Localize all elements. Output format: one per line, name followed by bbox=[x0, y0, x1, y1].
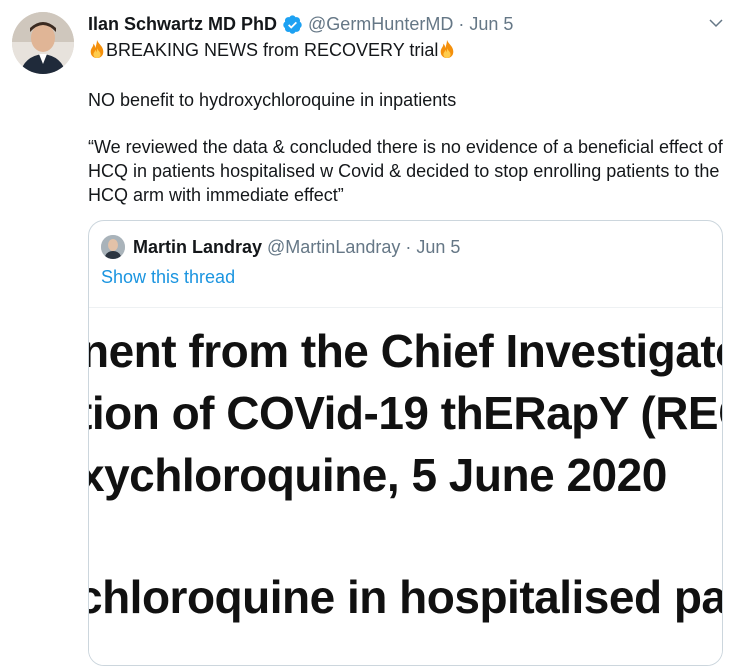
quoted-author-avatar-image bbox=[101, 235, 125, 259]
author-name[interactable]: Ilan Schwartz MD PhD bbox=[88, 12, 277, 36]
tweet-headline: BREAKING NEWS from RECOVERY trial bbox=[106, 40, 439, 60]
tweet-body: BREAKING NEWS from RECOVERY trial NO ben… bbox=[88, 38, 728, 207]
verified-badge-icon bbox=[283, 14, 302, 34]
quoted-author-handle[interactable]: @MartinLandray bbox=[267, 236, 400, 258]
author-handle[interactable]: @GermHunterMD bbox=[308, 12, 453, 36]
header-separator: · bbox=[458, 14, 465, 34]
quoted-author-name[interactable]: Martin Landray bbox=[133, 236, 262, 258]
quoted-tweet-date[interactable]: Jun 5 bbox=[416, 236, 460, 258]
image-text-line: chloroquine in hospitalised pat bbox=[89, 571, 722, 623]
tweet-line-2: NO benefit to hydroxychloroquine in inpa… bbox=[88, 90, 457, 110]
tweet-header: Ilan Schwartz MD PhD @GermHunterMD · Jun… bbox=[88, 12, 723, 36]
quoted-tweet-header: Martin Landray @MartinLandray · Jun 5 bbox=[101, 235, 460, 259]
quoted-tweet-card[interactable]: Martin Landray @MartinLandray · Jun 5 Sh… bbox=[88, 220, 723, 666]
image-text-line: xychloroquine, 5 June 2020 bbox=[89, 449, 667, 501]
fire-emoji-icon bbox=[441, 40, 454, 58]
tweet-date[interactable]: Jun 5 bbox=[469, 12, 513, 36]
tweet-quote-text: “We reviewed the data & concluded there … bbox=[88, 137, 723, 205]
author-avatar-image bbox=[12, 12, 74, 74]
image-text-line: tion of COVid-19 thERapY (REC bbox=[89, 387, 722, 439]
show-thread-link[interactable]: Show this thread bbox=[101, 266, 235, 288]
fire-emoji-icon bbox=[90, 40, 104, 58]
quoted-header-separator: · bbox=[405, 237, 412, 257]
quoted-author-avatar[interactable] bbox=[101, 235, 125, 259]
quoted-tweet-image[interactable]: nent from the Chief Investigato tion of … bbox=[89, 307, 722, 665]
image-text-line: nent from the Chief Investigato bbox=[89, 325, 722, 377]
chevron-down-icon[interactable] bbox=[707, 14, 725, 32]
tweet-headline-line: BREAKING NEWS from RECOVERY trial bbox=[88, 38, 728, 62]
author-avatar[interactable] bbox=[12, 12, 74, 74]
